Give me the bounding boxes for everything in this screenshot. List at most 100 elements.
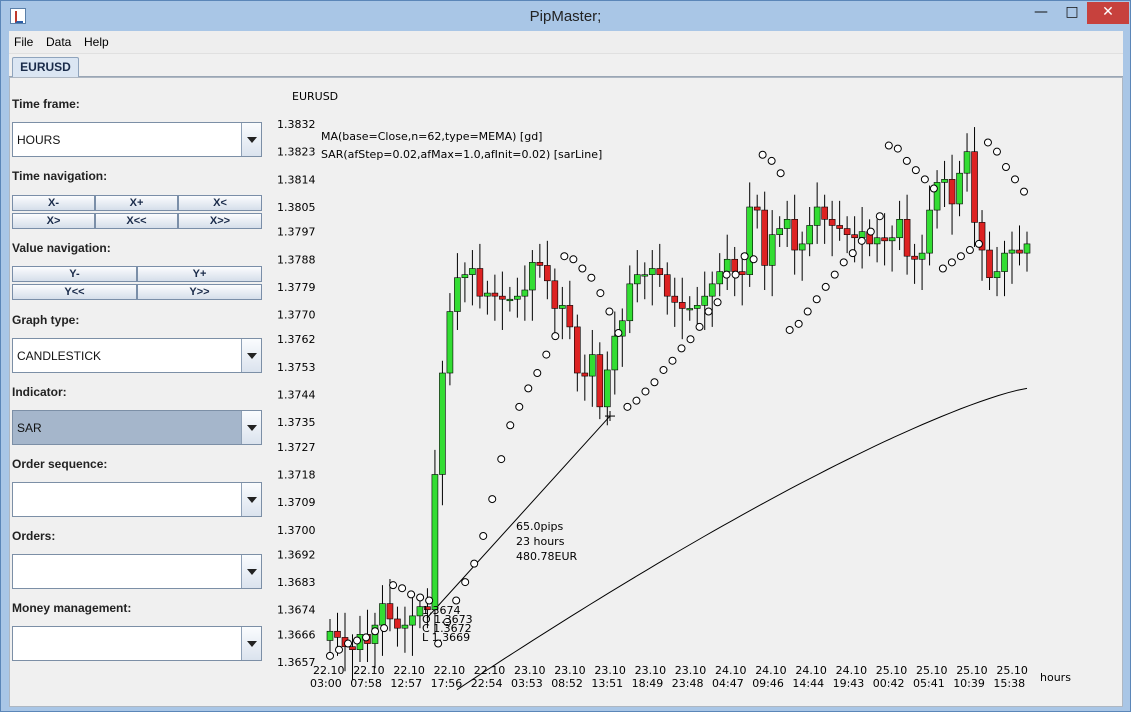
tab-eurusd[interactable]: EURUSD	[12, 57, 79, 78]
bull-candle	[626, 283, 634, 322]
sar-point	[452, 596, 461, 605]
sar-point	[569, 255, 578, 264]
sar-point	[659, 365, 668, 374]
price-chart[interactable]: EURUSD 1.3832 1.3823 1.3814 1.3805 1.3797 1.37…	[272, 78, 1122, 706]
bull-candle	[446, 311, 454, 374]
bull-candle	[454, 277, 461, 312]
x-tick-date: 24.10	[715, 664, 747, 677]
bear-candle	[678, 302, 686, 309]
sar-point	[668, 356, 677, 365]
bull-candle	[686, 308, 694, 311]
x-tick-date: 25.10	[916, 664, 948, 677]
sar-point	[479, 531, 488, 540]
bull-candle	[888, 237, 896, 242]
bear-candle	[791, 219, 798, 251]
sar-point	[605, 307, 614, 316]
sar-point	[497, 455, 506, 464]
bull-candle	[604, 369, 611, 408]
order-sequence-combo[interactable]	[12, 482, 262, 517]
y-fast-down-button[interactable]: Y<<	[12, 284, 137, 300]
measure-label: 23 hours	[516, 535, 565, 548]
menu-bar: File Data Help	[9, 31, 1123, 54]
x-tick-time: 09:46	[752, 677, 784, 690]
sar-point	[398, 584, 407, 593]
measure-label: 65.0pips	[516, 520, 564, 533]
bull-candle	[963, 151, 971, 174]
bear-candle	[551, 280, 559, 309]
money-management-combo[interactable]	[12, 626, 262, 661]
y-tick-label: 1.3744	[277, 389, 316, 402]
bear-candle	[753, 206, 761, 211]
sar-point	[551, 332, 560, 341]
time-frame-combo[interactable]: HOURS	[12, 122, 262, 157]
sar-point	[650, 378, 659, 387]
minimize-button[interactable]: —	[1026, 2, 1056, 24]
chart-canvas[interactable]: EURUSD 1.3832 1.3823 1.3814 1.3805 1.3797 1.37…	[272, 78, 1122, 706]
sar-point	[407, 590, 416, 599]
x-fast-left-button[interactable]: X<<	[95, 213, 178, 229]
bull-candle	[746, 206, 753, 275]
bear-candle	[349, 646, 356, 651]
sar-point	[1020, 187, 1028, 196]
x-tick-time: 00:42	[873, 677, 905, 690]
x-tick-time: 03:53	[511, 677, 543, 690]
x-right-button[interactable]: X>	[12, 213, 95, 229]
chevron-down-icon[interactable]	[241, 411, 261, 444]
bull-candle	[514, 295, 521, 300]
sar-point	[461, 578, 470, 587]
sar-point	[713, 298, 722, 307]
sar-point	[767, 156, 776, 165]
x-tick-date: 24.10	[836, 664, 868, 677]
chevron-down-icon[interactable]	[241, 627, 261, 660]
y-tick-label: 1.3727	[277, 441, 316, 454]
bear-candle	[821, 206, 828, 220]
sar-point	[947, 258, 956, 267]
bear-candle	[761, 209, 768, 266]
graph-type-combo[interactable]: CANDLESTICK	[12, 338, 262, 373]
x-tick-date: 23.10	[675, 664, 707, 677]
x-tick-date: 25.10	[956, 664, 988, 677]
x-tick-time: 15:38	[993, 677, 1025, 690]
y-tick-label: 1.3805	[277, 201, 316, 214]
y-plus-button[interactable]: Y+	[137, 266, 262, 282]
bear-candle	[948, 179, 956, 205]
close-button[interactable]: ✕	[1087, 2, 1129, 24]
x-tick-time: 12:57	[390, 677, 422, 690]
chevron-down-icon[interactable]	[241, 555, 261, 588]
window-title: PipMaster;	[529, 8, 602, 25]
y-minus-button[interactable]: Y-	[12, 266, 137, 282]
bull-candle	[941, 179, 948, 183]
sar-point	[956, 252, 965, 261]
bear-candle	[911, 255, 918, 260]
sar-point	[866, 227, 875, 236]
sar-point	[830, 270, 839, 279]
sar-point	[902, 156, 911, 165]
sar-point	[326, 651, 334, 660]
x-fast-right-button[interactable]: X>>	[178, 213, 262, 229]
orders-combo[interactable]	[12, 554, 262, 589]
sar-point	[875, 212, 884, 221]
maximize-button[interactable]: □	[1057, 2, 1087, 24]
x-tick-time: 23:48	[672, 677, 704, 690]
measure-label: 480.78EUR	[516, 550, 577, 563]
bear-candle	[476, 268, 484, 297]
x-tick-time: 13:51	[591, 677, 623, 690]
indicator-combo[interactable]: SAR	[12, 410, 262, 445]
bear-candle	[971, 151, 978, 223]
chevron-down-icon[interactable]	[241, 483, 261, 516]
bear-candle	[491, 292, 499, 297]
x-tick-time: 08:52	[551, 677, 583, 690]
bull-candle	[768, 234, 776, 266]
x-left-button[interactable]: X<	[178, 195, 262, 211]
chevron-down-icon[interactable]	[241, 339, 261, 372]
x-plus-button[interactable]: X+	[95, 195, 178, 211]
menu-file[interactable]: File	[14, 35, 33, 49]
x-minus-button[interactable]: X-	[12, 195, 95, 211]
title-bar[interactable]: PipMaster; — □ ✕	[1, 1, 1130, 31]
sar-point	[488, 495, 497, 504]
menu-data[interactable]: Data	[46, 35, 71, 49]
menu-help[interactable]: Help	[84, 35, 109, 49]
y-fast-up-button[interactable]: Y>>	[137, 284, 262, 300]
bull-candle	[1008, 249, 1016, 254]
chevron-down-icon[interactable]	[241, 123, 261, 156]
